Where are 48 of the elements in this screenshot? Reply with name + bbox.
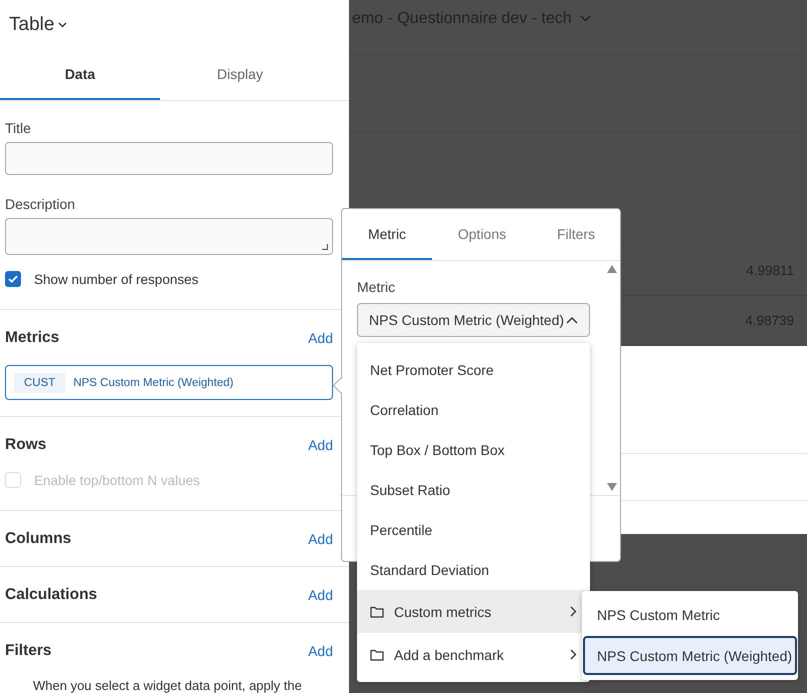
field-label: Title [5, 120, 32, 138]
scroll-up-icon[interactable] [607, 265, 617, 273]
add-link[interactable]: Add [308, 330, 333, 346]
add-link[interactable]: Add [308, 586, 333, 602]
menu-item[interactable]: Custom metrics [357, 590, 590, 633]
section-heading: Metrics [5, 328, 60, 346]
title-field[interactable] [5, 142, 333, 175]
section-heading: Filters [5, 642, 52, 660]
checkbox[interactable] [5, 271, 21, 287]
metric-item[interactable]: CUST NPS Custom Metric (Weighted) [5, 365, 333, 400]
field-label: Metric [357, 279, 396, 297]
menu-item[interactable]: Net Promoter Score [357, 350, 590, 390]
add-link[interactable]: Add [308, 436, 333, 452]
tab[interactable]: Options [432, 209, 532, 260]
caret-icon [566, 316, 578, 324]
metric-select[interactable]: NPS Custom Metric (Weighted) [357, 303, 590, 337]
tab[interactable]: Filters [532, 209, 620, 260]
add-link[interactable]: Add [308, 530, 333, 546]
chevron-right-icon [570, 649, 577, 660]
folder-icon [370, 648, 384, 660]
tab[interactable]: Data [0, 49, 160, 100]
menu-item[interactable]: Percentile [357, 510, 590, 550]
menu-item[interactable]: NPS Custom Metric (Weighted) [583, 636, 797, 675]
checkbox-label: Show number of responses [34, 272, 198, 286]
menu-item[interactable]: Top Box / Bottom Box [357, 430, 590, 470]
section-heading: Calculations [5, 586, 98, 604]
metric-tag: CUST [14, 372, 66, 392]
checkmark-icon [8, 275, 18, 283]
chevron-right-icon [570, 606, 577, 617]
checkbox-label: Enable top/bottom N values [34, 472, 200, 488]
menu-item[interactable]: Subset Ratio [357, 470, 590, 510]
tab[interactable]: Metric [342, 209, 432, 260]
description-field[interactable] [5, 218, 333, 255]
caret-icon [580, 15, 591, 22]
scroll-down-icon[interactable] [607, 483, 617, 491]
folder-icon [370, 606, 384, 618]
add-link[interactable]: Add [308, 642, 333, 658]
caret-icon [58, 22, 68, 28]
panel-title[interactable]: Table [9, 14, 54, 36]
field-label: Description [5, 196, 76, 214]
menu-item[interactable]: Correlation [357, 390, 590, 430]
menu-item[interactable]: Standard Deviation [357, 550, 590, 590]
metric-name: NPS Custom Metric (Weighted) [73, 376, 234, 388]
section-heading: Rows [5, 436, 46, 454]
tab[interactable]: Display [160, 49, 320, 100]
resize-grip-icon[interactable] [322, 244, 328, 250]
section-heading: Columns [5, 530, 72, 548]
filters-note: When you select a widget data point, apply the [32, 678, 303, 693]
